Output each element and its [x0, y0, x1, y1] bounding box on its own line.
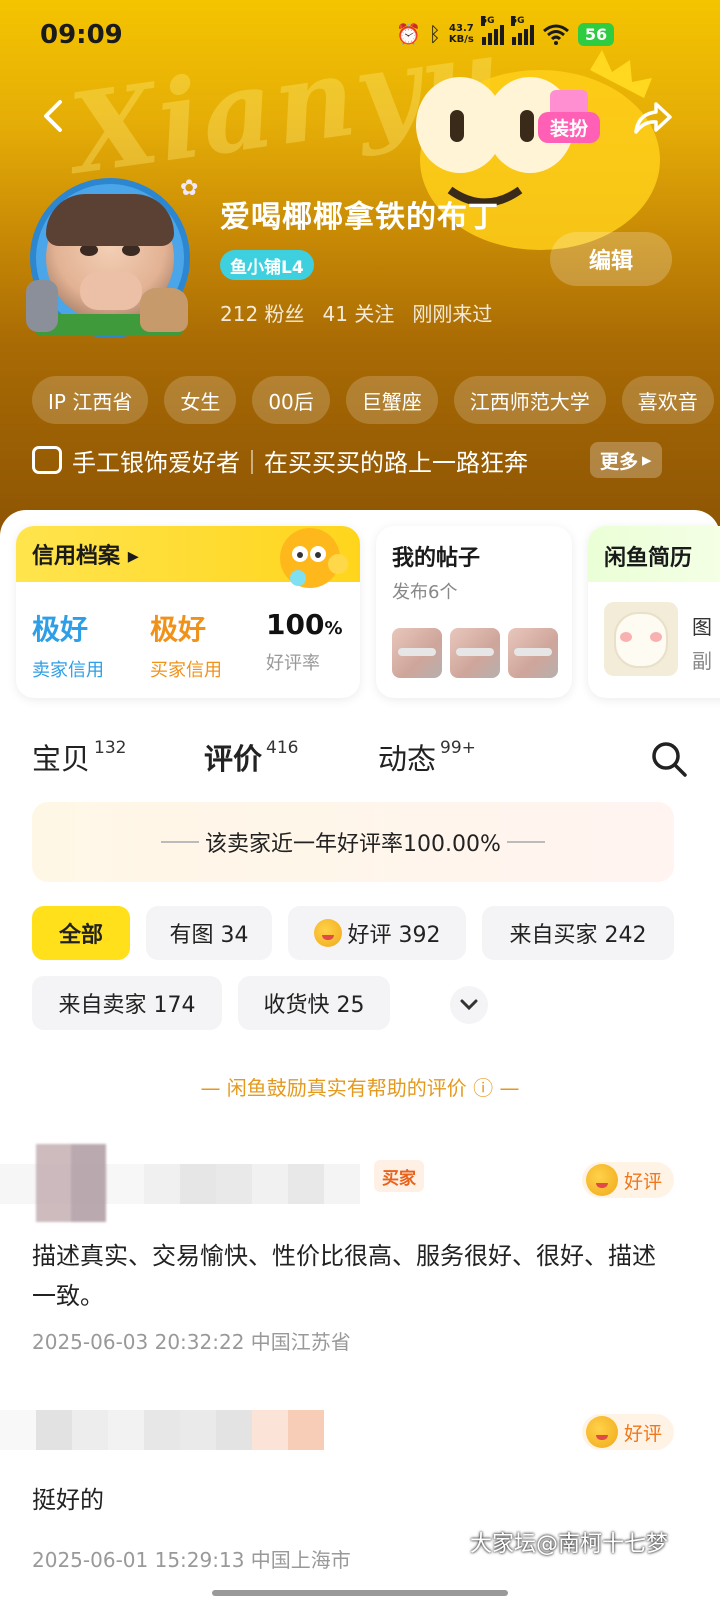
edit-button[interactable]: 编辑: [550, 232, 672, 286]
post-thumbnail[interactable]: [392, 628, 442, 678]
tab-reviews[interactable]: 评价 416: [201, 736, 298, 778]
review-text: 描述真实、交易愉快、性价比很高、服务很好、很好、描述一致。: [32, 1242, 656, 1310]
alarm-icon: ⏰: [396, 22, 421, 46]
avatar[interactable]: ✿: [22, 172, 198, 342]
review-meta: 2025-06-01 15:29:13 中国上海市: [32, 1548, 351, 1572]
signal-icon: 5G: [510, 16, 534, 45]
last-seen: 刚刚来过: [412, 302, 493, 326]
back-icon[interactable]: [34, 96, 74, 136]
follows-count[interactable]: 41 关注: [323, 298, 395, 327]
smile-emoji-icon: [586, 1416, 618, 1448]
tab-bar: 宝贝 132 评价 416 动态 99+: [32, 736, 692, 792]
good-rate: 100% 好评率: [266, 608, 343, 674]
network-speed: 43.7 KB/s: [448, 23, 474, 45]
resume-card[interactable]: 闲鱼简历 图副: [588, 526, 720, 698]
filter-from-buyer[interactable]: 来自买家 242: [482, 906, 674, 960]
seller-credit: 极好 卖家信用: [32, 613, 104, 681]
status-icons: ⏰ ᛒ 43.7 KB/s 5G 5G 56: [396, 16, 615, 46]
role-badge: 买家: [374, 1160, 424, 1192]
credit-card[interactable]: 信用档案 ▸ 极好 卖家信用 极好 买家信用 100% 好评率: [16, 526, 360, 698]
good-rate-banner: 该卖家近一年好评率100.00%: [32, 802, 674, 882]
more-button[interactable]: 更多 ▸: [590, 442, 662, 478]
profile-header: Xianyu 装扮 09:09 ⏰ ᛒ 43.7 KB/s 5G 5G 56 ✿…: [0, 0, 720, 560]
review-text: 挺好的: [32, 1486, 104, 1514]
nickname: 爱喝椰椰拿铁的布丁: [220, 200, 499, 235]
status-bar: 09:09 ⏰ ᛒ 43.7 KB/s 5G 5G 56: [0, 0, 720, 72]
tag-school: 江西师范大学: [453, 376, 606, 424]
credit-title: 信用档案 ▸: [32, 544, 139, 569]
tag-zodiac: 巨蟹座: [345, 376, 438, 424]
dressup-button[interactable]: 装扮: [538, 90, 600, 143]
post-thumbnail[interactable]: [450, 628, 500, 678]
chevron-right-icon: ▸: [127, 544, 139, 569]
filter-with-image[interactable]: 有图 34: [146, 906, 272, 960]
mascot-icon: [280, 528, 348, 588]
bio-row: 手工银饰爱好者｜在买买买的路上一路狂奔 更多 ▸: [32, 438, 712, 482]
chevron-down-icon[interactable]: [450, 986, 488, 1024]
shop-icon: [32, 446, 62, 474]
resume-image: [604, 602, 678, 676]
banner-text: 该卖家近一年好评率100.00%: [205, 832, 501, 857]
home-indicator[interactable]: [212, 1590, 508, 1596]
cat-decor: [26, 280, 58, 332]
smile-emoji-icon: [313, 919, 342, 947]
encourage-note: — 闲鱼鼓励真实有帮助的评价 ⓘ —: [200, 1076, 520, 1100]
blurred-username: [0, 1410, 324, 1450]
tag-ip: IP 江西省: [32, 376, 149, 424]
review-meta: 2025-06-03 20:32:22 中国江苏省: [32, 1330, 351, 1354]
smile-emoji-icon: [586, 1164, 618, 1196]
dressup-label: 装扮: [538, 112, 600, 143]
search-icon[interactable]: [650, 740, 688, 778]
buyer-credit: 极好 买家信用: [150, 613, 222, 681]
posts-card[interactable]: 我的帖子 发布6个: [376, 526, 572, 698]
signal-icon: 5G: [480, 16, 504, 45]
filter-fast-delivery[interactable]: 收货快 25: [238, 976, 390, 1030]
rating-badge: 好评: [582, 1162, 675, 1198]
main-content: 信用档案 ▸ 极好 卖家信用 极好 买家信用 100% 好评率 我的帖子 发布6…: [0, 510, 720, 1600]
dog-decor: [140, 288, 188, 332]
filter-positive[interactable]: 好评 392: [288, 906, 466, 960]
wifi-icon: [542, 24, 569, 45]
filter-all[interactable]: 全部: [32, 906, 130, 960]
fans-count[interactable]: 212 粉丝: [220, 298, 305, 327]
avatar[interactable]: [36, 1144, 106, 1222]
profile-stats: 212 粉丝 41 关注 刚刚来过: [220, 298, 492, 327]
bio-text: 手工银饰爱好者｜在买买买的路上一路狂奔: [72, 448, 528, 477]
paw-icon: ✿: [180, 176, 199, 201]
share-icon[interactable]: [630, 96, 674, 140]
status-time: 09:09: [40, 20, 123, 50]
battery-icon: 56: [577, 22, 615, 46]
tag-gender: 女生: [164, 376, 237, 424]
level-badge[interactable]: 鱼小铺L4: [220, 250, 314, 280]
tag-hobby: 喜欢音: [621, 376, 714, 424]
filter-from-seller[interactable]: 来自卖家 174: [32, 976, 222, 1030]
posts-count: 发布6个: [392, 582, 458, 603]
tag-age: 00后: [252, 376, 330, 424]
profile-tags: IP 江西省 女生 00后 巨蟹座 江西师范大学 喜欢音: [32, 376, 714, 424]
tab-activity[interactable]: 动态 99+: [378, 736, 476, 778]
chevron-right-icon: ▸: [642, 449, 652, 471]
post-thumbnail[interactable]: [508, 628, 558, 678]
bluetooth-icon: ᛒ: [428, 22, 441, 46]
rating-badge: 好评: [582, 1414, 675, 1450]
resume-title: 闲鱼简历: [604, 546, 693, 571]
watermark: 大家坛@南柯十七梦: [470, 1532, 669, 1557]
tab-items[interactable]: 宝贝 132: [32, 736, 126, 778]
info-cards: 信用档案 ▸ 极好 卖家信用 极好 买家信用 100% 好评率 我的帖子 发布6…: [16, 526, 720, 702]
posts-title: 我的帖子: [392, 546, 481, 571]
